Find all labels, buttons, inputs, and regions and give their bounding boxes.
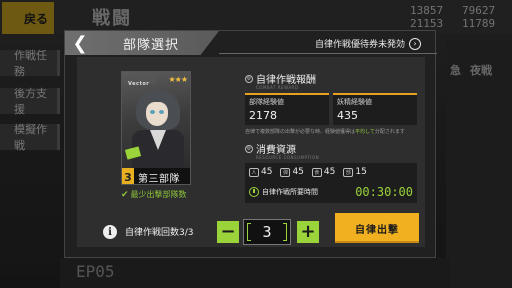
parts-icon: 部 <box>343 167 354 177</box>
echelon-number-badge: 3 <box>122 168 134 184</box>
cost-box: 人 45 弾 45 食 45 部 15 自律作戦所要時間 00:30:00 <box>245 163 417 203</box>
resource-value: 15 <box>355 167 367 177</box>
fairy-exp-label: 妖精経験値 <box>337 98 372 106</box>
resource-item-ration: 食 45 <box>311 167 336 177</box>
exp-row: 部隊経験値 2178 妖精経験値 435 <box>245 93 425 125</box>
doll-face <box>146 102 168 126</box>
resource-value: 45 <box>292 167 304 177</box>
resource-value: 45 <box>323 167 336 177</box>
clock-icon <box>249 187 259 197</box>
rewards-heading-row: ⚙ 自律作戦報酬 <box>245 71 425 86</box>
gear-icon: ⚙ <box>245 144 253 153</box>
echelon-select-dialog: ❮ 部隊選択 自律作戦優待券未発効 › Vector ★★★ 3 第三部隊 ✔ … <box>64 30 437 258</box>
ration-icon: 食 <box>311 167 322 177</box>
echelon-card-area: Vector ★★★ 3 第三部隊 ✔ 最少出撃部隊数 <box>121 71 191 213</box>
resource-item-manpower: 人 45 <box>249 167 272 177</box>
gear-icon: ⚙ <box>245 74 253 83</box>
cost-subheading: RESOURCE CONSUMPTION <box>256 155 320 160</box>
run-count-controls: i 自律作戦回数3/3 − 3 + 自律出撃 <box>65 213 437 257</box>
manpower-icon: 人 <box>249 167 259 177</box>
increase-button[interactable]: + <box>297 221 319 243</box>
back-button[interactable]: ❮ <box>71 31 89 55</box>
fairy-exp-box: 妖精経験値 435 <box>333 93 417 125</box>
exp-note-highlight: 平均して <box>355 129 375 135</box>
echelon-name: 第三部隊 <box>138 173 180 185</box>
run-count-value: 3 <box>262 223 272 241</box>
exp-distribution-note: 自律で複数部隊の出撃が必要な時、経験値獲得は平均して分配されます <box>245 128 425 135</box>
rewards-heading: 自律作戦報酬 <box>256 75 316 86</box>
rarity-stars: ★★★ <box>168 75 187 84</box>
echelon-card-footer: 3 第三部隊 <box>122 168 190 185</box>
duration-row: 自律作戦所要時間 00:30:00 <box>249 185 413 199</box>
resource-cost-row: 人 45 弾 45 食 45 部 15 <box>249 167 367 177</box>
bracket-right <box>283 223 287 241</box>
voucher-status-label: 自律作戦優待券未発効 <box>314 40 405 50</box>
echelon-exp-value: 2178 <box>249 109 277 122</box>
resource-item-ammo: 弾 45 <box>280 167 304 177</box>
voucher-status-link[interactable]: 自律作戦優待券未発効 › <box>315 37 421 50</box>
decrease-button[interactable]: − <box>217 221 239 243</box>
echelon-exp-box: 部隊経験値 2178 <box>245 93 329 125</box>
run-count-label: 自律作戦回数3/3 <box>125 228 194 238</box>
exp-note-suffix: 分配されます <box>374 129 405 135</box>
info-icon[interactable]: i <box>103 225 117 239</box>
header-divider <box>219 53 437 54</box>
min-echelon-indicator: ✔ 最少出撃部隊数 <box>121 189 201 200</box>
cost-heading-row: ⚙ 消費資源 <box>245 141 425 156</box>
check-icon: ✔ <box>121 189 129 200</box>
exp-note-prefix: 自律で複数部隊の出撃が必要な時、経験値獲得は <box>245 129 356 135</box>
auto-deploy-button[interactable]: 自律出撃 <box>335 213 419 243</box>
resource-value: 45 <box>261 167 273 177</box>
chevron-left-icon: ❮ <box>72 32 88 54</box>
echelon-card[interactable]: Vector ★★★ 3 第三部隊 <box>121 71 191 185</box>
echelon-exp-label: 部隊経験値 <box>249 98 284 106</box>
duration-value: 00:30:00 <box>355 185 413 199</box>
cost-heading: 消費資源 <box>256 145 296 156</box>
weapon-badge: Vector <box>124 76 156 87</box>
chevron-right-icon: › <box>409 37 421 50</box>
ammo-icon: 弾 <box>280 167 291 177</box>
doll-eye <box>150 110 155 114</box>
screen: 戻る 戦闘 13857 21153 79627 11789 作戦任務 後方支援 … <box>0 0 512 288</box>
min-echelon-label: 最少出撃部隊数 <box>130 190 187 199</box>
weapon-label: Vector <box>128 81 150 87</box>
rewards-subheading: COMBAT REWARD <box>256 85 299 90</box>
resource-item-parts: 部 15 <box>343 167 367 177</box>
info-panel: ⚙ 自律作戦報酬 COMBAT REWARD 部隊経験値 2178 妖精経験値 … <box>245 71 425 203</box>
run-count-display: 3 <box>243 219 291 245</box>
fairy-exp-value: 435 <box>337 109 358 122</box>
doll-eye <box>159 110 164 114</box>
bracket-left <box>247 223 251 241</box>
duration-label: 自律作戦所要時間 <box>262 188 318 196</box>
dialog-title: 部隊選択 <box>123 38 180 53</box>
